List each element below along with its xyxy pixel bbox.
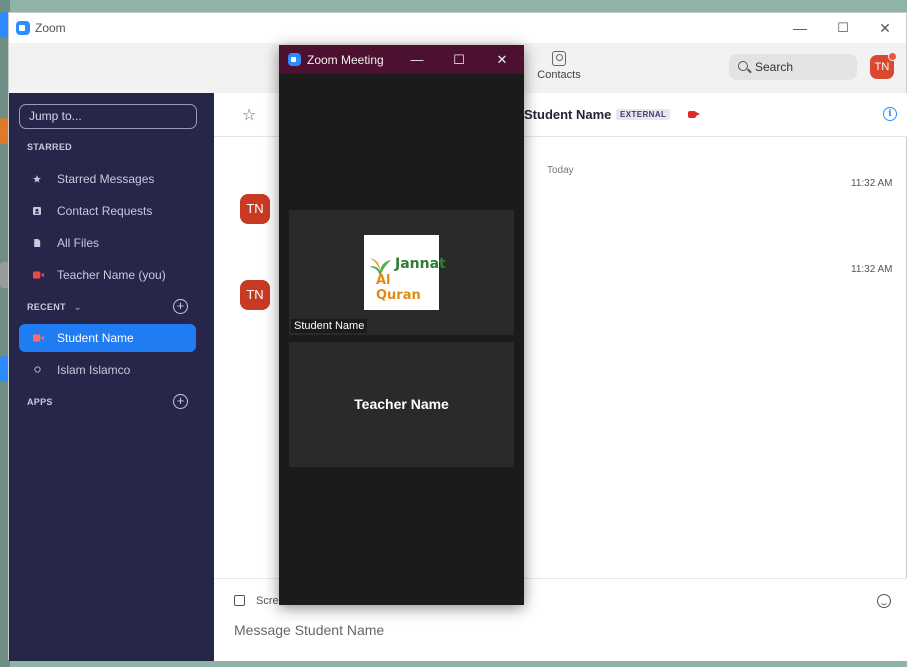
close-button[interactable]: ✕ [868,17,902,39]
sidebar-item-student-name[interactable]: Student Name [19,324,196,352]
sidebar-item-label: Student Name [57,331,134,345]
date-separator: Today [547,165,574,176]
participant-name-tag: Student Name [291,319,368,333]
title-bar[interactable]: Zoom — ☐ ✕ [9,13,906,43]
sidebar-item-islam-islamco[interactable]: Islam Islamco [19,356,196,384]
meeting-close-button[interactable]: ✕ [487,49,517,71]
message-avatar[interactable]: TN [240,280,270,310]
minimize-button[interactable]: — [783,17,817,39]
star-icon [33,175,41,183]
message-input[interactable] [234,619,854,641]
screenshot-icon[interactable] [234,595,245,606]
video-status-icon [33,271,44,279]
notification-dot-icon [888,52,897,61]
contacts-tab[interactable]: Contacts [529,51,589,81]
sidebar-item-all-files[interactable]: All Files [19,229,196,257]
sidebar-item-label: All Files [57,236,100,250]
meeting-title-bar[interactable]: Zoom Meeting — ☐ ✕ [279,45,524,74]
chevron-down-icon: ⌄ [73,302,82,312]
search-icon [738,61,748,71]
file-icon [34,239,41,247]
zoom-meeting-window: Zoom Meeting — ☐ ✕ Jannat Al Quran Stude… [279,45,524,605]
sidebar-item-label: Starred Messages [57,172,155,186]
add-app-button[interactable]: + [173,394,188,409]
meeting-minimize-button[interactable]: — [402,49,432,71]
message-avatar[interactable]: TN [240,194,270,224]
meeting-maximize-button[interactable]: ☐ [444,49,474,71]
offline-status-icon [34,366,41,373]
star-outline-icon[interactable]: ☆ [242,105,256,125]
zoom-logo-icon [288,53,301,66]
sidebar-item-starred-messages[interactable]: Starred Messages [19,165,196,193]
starred-section-label: STARRED [27,142,72,152]
contacts-icon [552,51,566,66]
sidebar-item-label: Teacher Name (you) [57,268,166,282]
meeting-title: Zoom Meeting [307,53,384,67]
video-tile-teacher[interactable]: Teacher Name [289,342,514,467]
logo-text: Al Quran [376,273,421,303]
external-badge: EXTERNAL [616,109,671,120]
recent-section-label[interactable]: RECENT ⌄ [27,302,82,313]
sidebar-item-label: Islam Islamco [57,363,131,377]
search-button[interactable]: Search [729,54,857,80]
emoji-icon[interactable] [877,594,891,608]
sidebar-item-label: Contact Requests [57,204,153,218]
video-status-icon [688,111,700,118]
jump-to-input[interactable]: Jump to... [19,104,197,129]
sidebar-item-teacher-name[interactable]: Teacher Name (you) [19,261,196,289]
participant-profile-picture: Jannat Al Quran [364,235,446,310]
logo-text: Jannat [395,256,446,272]
recent-label-text: RECENT [27,302,66,312]
message-timestamp: 11:32 AM [851,264,893,275]
info-icon[interactable]: i [883,107,897,121]
contact-card-icon [33,207,41,215]
sidebar-item-contact-requests[interactable]: Contact Requests [19,197,196,225]
apps-section-label: APPS [27,397,53,407]
chat-sidebar: Jump to... STARRED Starred Messages Cont… [9,93,214,661]
zoom-logo-icon [16,21,30,35]
add-recent-button[interactable]: + [173,299,188,314]
profile-avatar[interactable]: TN [870,52,897,79]
app-title: Zoom [35,21,66,35]
chat-title: Student Name [524,107,612,122]
message-timestamp: 11:32 AM [851,178,893,189]
maximize-button[interactable]: ☐ [826,17,860,39]
video-status-icon [33,334,44,342]
video-tile-student[interactable]: Jannat Al Quran Student Name [289,210,514,335]
participant-name: Teacher Name [354,396,449,412]
contacts-label: Contacts [537,69,581,81]
avatar-initials: TN [874,61,890,73]
search-label: Search [755,60,794,74]
